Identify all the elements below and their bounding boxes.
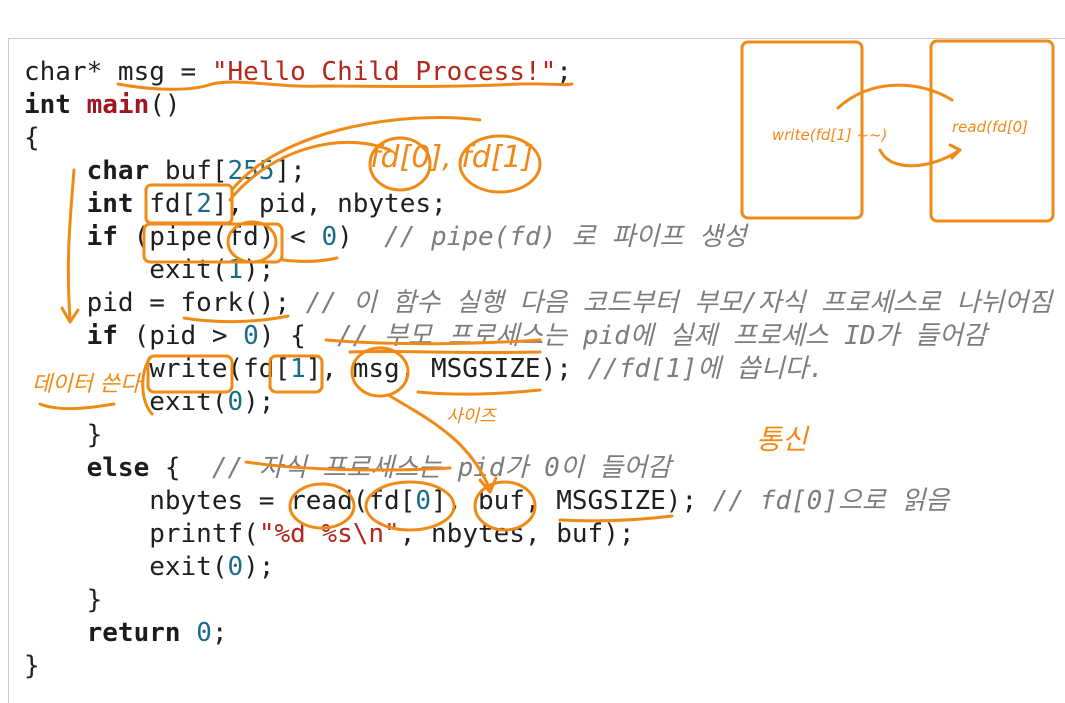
code-token: 0 xyxy=(227,552,244,582)
code-token: ], pid, nbytes; xyxy=(211,189,447,219)
code-line: } xyxy=(24,650,1052,683)
code-token: int xyxy=(24,90,87,120)
code-token: "Hello Child Process!" xyxy=(211,57,557,87)
code-token: } xyxy=(24,585,103,615)
code-line: exit(1); xyxy=(24,254,1052,287)
communication-note: 통신 xyxy=(756,423,808,456)
read-note: read(fd[0] xyxy=(952,118,1029,136)
code-token: // fd[0]으로 읽음 xyxy=(712,486,950,516)
code-line: pid = fork(); // 이 함수 실행 다음 코드부터 부모/자식 프… xyxy=(24,287,1052,320)
code-token: 0 xyxy=(196,618,212,648)
code-token: } xyxy=(24,420,103,450)
code-line: { xyxy=(24,122,1052,155)
code-line: exit(0); xyxy=(24,386,1052,419)
korean-write-note: 데이터 쓴다 xyxy=(32,372,141,397)
code-token: ], msg, MSGSIZE); xyxy=(305,354,588,384)
code-token: fd[ xyxy=(133,189,197,219)
code-token: } xyxy=(24,651,40,681)
code-token: { xyxy=(24,123,40,153)
code-token: printf( xyxy=(24,519,259,549)
code-token: 1 xyxy=(227,255,244,285)
code-token: ; xyxy=(211,618,228,648)
code-line: } xyxy=(24,419,1052,452)
code-line: } xyxy=(24,584,1052,617)
code-token: ) { xyxy=(258,321,338,351)
code-token: 0 xyxy=(243,321,259,351)
code-line: int fd[2], pid, nbytes; xyxy=(24,188,1052,221)
code-token: //fd[1]에 씁니다. xyxy=(587,354,825,384)
code-token: // 자식 프로세스는 pid가 0이 들어감 xyxy=(211,453,672,483)
code-token: // 부모 프로세스는 pid에 실제 프로세스 ID가 들어감 xyxy=(337,321,987,351)
code-token: int xyxy=(86,189,134,219)
code-line: write(fd[1], msg, MSGSIZE); //fd[1]에 씁니다… xyxy=(24,353,1052,386)
code-line: char* msg = "Hello Child Process!"; xyxy=(24,56,1052,89)
code-token: ], buf, MSGSIZE); xyxy=(431,486,713,516)
code-line: else { // 자식 프로세스는 pid가 0이 들어감 xyxy=(24,452,1052,485)
code-token: if xyxy=(86,222,118,252)
code-token: char* msg = xyxy=(24,57,212,87)
code-token: char xyxy=(86,156,150,186)
code-line: char buf[255]; xyxy=(24,155,1052,188)
code-token: 0 xyxy=(321,222,338,252)
code-line: int main() xyxy=(24,89,1052,122)
size-note: 사이즈 xyxy=(446,406,496,427)
code-line: if (pid > 0) { // 부모 프로세스는 pid에 실제 프로세스 … xyxy=(24,320,1052,353)
code-token: exit( xyxy=(24,552,228,582)
code-token: else xyxy=(86,453,150,483)
code-token: if xyxy=(86,321,118,351)
code-token: buf[ xyxy=(149,156,228,186)
code-token: exit( xyxy=(24,255,228,285)
code-token: () xyxy=(149,90,181,120)
code-token: (pid > xyxy=(117,321,244,351)
code-line: nbytes = read(fd[0], buf, MSGSIZE); // f… xyxy=(24,485,1052,518)
code-block: char* msg = "Hello Child Process!"; int m… xyxy=(24,56,1052,683)
code-token: ); xyxy=(243,387,275,417)
code-token: // pipe(fd) 로 파이프 생성 xyxy=(384,222,747,252)
code-token: pid = fork(); xyxy=(24,288,306,318)
fd-labels-note: fd[0], fd[1] xyxy=(370,140,534,175)
code-line: return 0; xyxy=(24,617,1052,650)
code-line: if (pipe(fd) < 0) // pipe(fd) 로 파이프 생성 xyxy=(24,221,1052,254)
code-token: 0 xyxy=(415,486,431,516)
code-token: ; xyxy=(556,57,572,87)
code-line: printf("%d %s\n", nbytes, buf); xyxy=(24,518,1052,551)
code-token: ) xyxy=(337,222,385,252)
code-line: exit(0); xyxy=(24,551,1052,584)
write-note: write(fd[1] ~~) xyxy=(772,126,888,144)
code-token: { xyxy=(149,453,212,483)
code-token: 0 xyxy=(227,387,244,417)
code-token: nbytes = read(fd[ xyxy=(24,486,416,516)
code-token: 2 xyxy=(196,189,212,219)
code-token: return xyxy=(86,618,181,648)
code-token: 1 xyxy=(290,354,306,384)
code-token: ); xyxy=(243,552,275,582)
code-token: 255 xyxy=(227,156,275,186)
code-token: "%d %s\n" xyxy=(258,519,400,549)
code-token: // 이 함수 실행 다음 코드부터 부모/자식 프로세스로 나뉘어짐 xyxy=(305,288,1053,318)
code-token: , nbytes, buf); xyxy=(399,519,635,549)
code-token: ); xyxy=(243,255,275,285)
code-token: ]; xyxy=(274,156,306,186)
code-token: main xyxy=(86,90,150,120)
code-token: (pipe(fd) < xyxy=(117,222,322,252)
